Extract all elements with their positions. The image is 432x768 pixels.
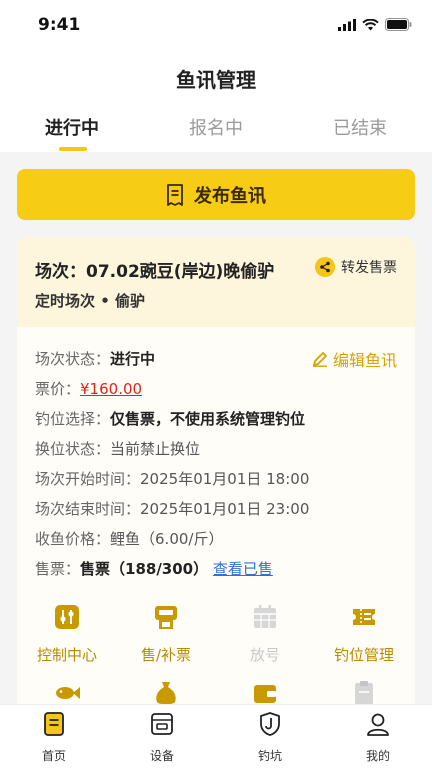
action-spot-management-label: 钓位管理 xyxy=(333,646,394,664)
action-ticket-sale-label: 售/补票 xyxy=(140,646,192,664)
sale-label: 售票： xyxy=(35,560,81,578)
edit-news-button[interactable]: 编辑鱼讯 xyxy=(312,347,397,371)
publish-news-label: 发布鱼讯 xyxy=(194,185,266,207)
start-time-row: 场次开始时间：2025年01月01日 18:00 xyxy=(35,468,309,489)
tabbar-device-label: 设备 xyxy=(149,749,174,763)
sale-value: 售票（188/300） xyxy=(80,560,209,578)
view-sold-link[interactable]: 查看已售 xyxy=(213,560,273,578)
receipt-icon xyxy=(167,183,183,206)
status-bar: 9:41 xyxy=(0,0,432,50)
end-time-value: 2025年01月01日 23:00 xyxy=(140,500,310,518)
edit-news-label: 编辑鱼讯 xyxy=(332,351,397,370)
signal-icon xyxy=(338,18,356,31)
tab-registering[interactable]: 报名中 xyxy=(156,114,276,140)
end-time-label: 场次结束时间： xyxy=(35,500,141,518)
tabbar-fishing-pond[interactable]: 钓坑 xyxy=(230,711,310,764)
share-icon xyxy=(315,257,335,277)
session-card: 场次：07.02豌豆(岸边)晚偷驴 定时场次 • 偷驴 转发售票 编辑鱼讯 场次… xyxy=(17,237,415,717)
session-title: 场次：07.02豌豆(岸边)晚偷驴 xyxy=(35,262,275,282)
home-doc-icon xyxy=(44,712,64,736)
spot-label: 钓位选择： xyxy=(35,410,111,428)
edit-pencil-icon xyxy=(312,352,327,367)
calendar-icon xyxy=(254,605,276,628)
fish-price-label: 收鱼价格： xyxy=(35,530,111,548)
tabbar-home[interactable]: 首页 xyxy=(14,711,94,764)
tabbar-home-label: 首页 xyxy=(41,749,66,763)
fishing-hook-icon xyxy=(260,712,280,736)
action-control-center[interactable]: 控制中心 xyxy=(17,603,117,665)
price-value: ¥160.00 xyxy=(80,380,143,398)
end-time-row: 场次结束时间：2025年01月01日 23:00 xyxy=(35,498,309,519)
status-time: 9:41 xyxy=(38,15,81,35)
wifi-icon xyxy=(362,18,379,30)
fish-price-value: 鲤鱼（6.00/斤） xyxy=(110,530,224,548)
share-ticket-label: 转发售票 xyxy=(341,260,397,276)
spot-value: 仅售票，不使用系统管理钓位 xyxy=(110,410,306,428)
bottom-tabbar: 首页 设备 钓坑 我的 xyxy=(0,704,432,768)
sale-row: 售票：售票（188/300） 查看已售 xyxy=(35,558,273,579)
action-control-center-label: 控制中心 xyxy=(36,646,97,664)
status-row: 场次状态：进行中 xyxy=(35,348,155,369)
user-icon xyxy=(367,713,389,736)
active-tab-indicator xyxy=(59,147,87,151)
status-label: 场次状态： xyxy=(35,350,111,368)
start-time-value: 2025年01月01日 18:00 xyxy=(140,470,310,488)
action-spot-management[interactable]: 钓位管理 xyxy=(314,603,414,665)
status-value: 进行中 xyxy=(110,350,156,368)
tab-ended[interactable]: 已结束 xyxy=(300,114,420,140)
action-ticket-sale[interactable]: 售/补票 xyxy=(116,603,216,665)
tabbar-mine[interactable]: 我的 xyxy=(338,711,418,764)
wallet-icon xyxy=(254,685,276,703)
tab-in-progress[interactable]: 进行中 xyxy=(12,114,132,140)
spot-row: 钓位选择：仅售票，不使用系统管理钓位 xyxy=(35,408,305,429)
clipboard-icon xyxy=(355,681,373,705)
control-center-icon xyxy=(55,605,79,629)
session-subtitle: 定时场次 • 偷驴 xyxy=(35,292,146,310)
tabbar-device[interactable]: 设备 xyxy=(122,711,202,764)
price-row: 票价：¥160.00 xyxy=(35,378,142,399)
page-title: 鱼讯管理 xyxy=(176,68,256,92)
battery-icon xyxy=(385,18,412,31)
action-release-number-label: 放号 xyxy=(249,646,280,664)
ticket-machine-icon xyxy=(155,606,177,629)
tabbar-mine-label: 我的 xyxy=(365,749,390,763)
share-ticket-button[interactable]: 转发售票 xyxy=(315,257,397,277)
action-release-number[interactable]: 放号 xyxy=(215,603,315,665)
status-icons xyxy=(338,18,412,31)
price-label: 票价： xyxy=(35,380,81,398)
seat-ticket-icon xyxy=(353,609,375,625)
publish-news-button[interactable]: 发布鱼讯 xyxy=(17,169,415,220)
tabbar-fishing-pond-label: 钓坑 xyxy=(257,749,282,763)
fish-icon xyxy=(56,687,80,699)
device-icon xyxy=(151,713,173,735)
swap-label: 换位状态： xyxy=(35,440,111,458)
swap-value: 当前禁止换位 xyxy=(110,440,201,458)
header: 鱼讯管理 进行中 报名中 已结束 xyxy=(0,50,432,152)
fish-price-row: 收鱼价格：鲤鱼（6.00/斤） xyxy=(35,528,223,549)
start-time-label: 场次开始时间： xyxy=(35,470,141,488)
swap-row: 换位状态：当前禁止换位 xyxy=(35,438,200,459)
money-bag-icon xyxy=(156,682,176,705)
session-card-header: 场次：07.02豌豆(岸边)晚偷驴 定时场次 • 偷驴 转发售票 xyxy=(17,237,415,327)
